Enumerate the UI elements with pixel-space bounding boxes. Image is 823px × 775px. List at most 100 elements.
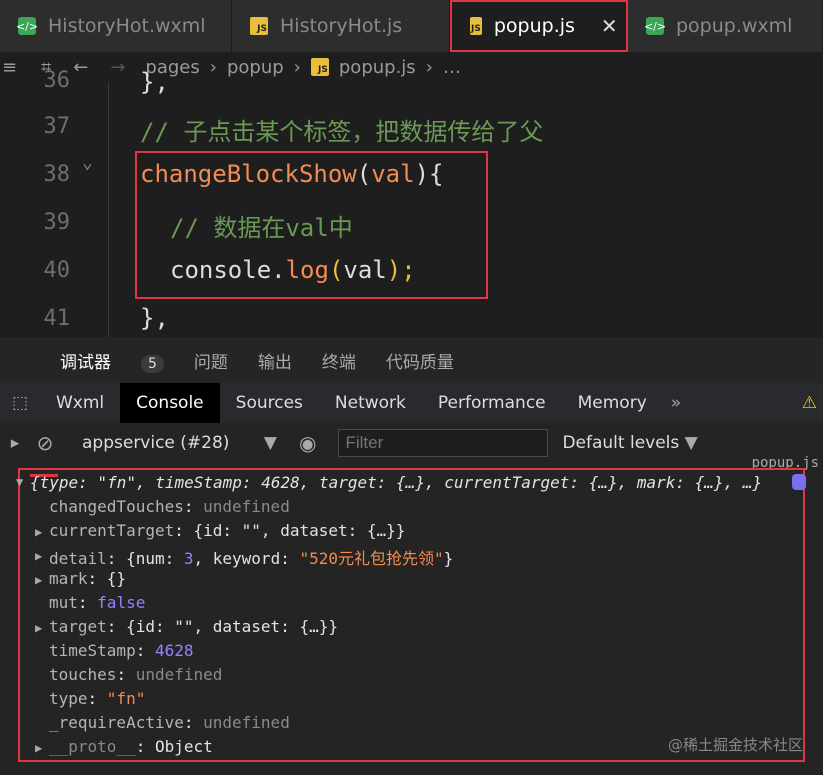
prop-row[interactable]: mark: {} bbox=[49, 569, 126, 588]
inspect-icon[interactable]: ⬚ bbox=[0, 393, 40, 413]
console-toolbar: ▸ ⊘ appservice (#28) ▼ ◉ Default levels ▼ bbox=[0, 423, 823, 464]
prop-row[interactable]: currentTarget: {id: "", dataset: {…}} bbox=[49, 521, 405, 540]
prop-value: {id: "", dataset: {…}} bbox=[193, 521, 406, 540]
expand-arrow-icon[interactable]: ▶ bbox=[35, 621, 42, 635]
eye-icon[interactable]: ◉ bbox=[299, 431, 316, 455]
expand-arrow-icon[interactable]: ▼ bbox=[16, 475, 23, 489]
filter-input[interactable] bbox=[338, 429, 549, 457]
levels-label: Default levels bbox=[562, 433, 680, 453]
console-output: popup.js ▼ {type: "fn", timeStamp: 4628,… bbox=[0, 455, 823, 775]
prop-key: currentTarget bbox=[49, 521, 175, 540]
fold-chevron-icon[interactable]: ⌄ bbox=[82, 152, 93, 173]
prop-key: changedTouches bbox=[49, 497, 184, 516]
tab-memory[interactable]: Memory bbox=[562, 383, 663, 423]
prop-key: timeStamp bbox=[49, 641, 136, 660]
breadcrumb: ≡ ⌗ ← → pages › popup › JS popup.js › … bbox=[0, 52, 823, 83]
devtools-tabs: ⬚ Wxml Console Sources Network Performan… bbox=[0, 383, 823, 423]
line-number: 39 bbox=[43, 210, 71, 235]
prop-key: touches bbox=[49, 665, 117, 684]
prop-value: undefined bbox=[203, 497, 290, 516]
prop-value: Object bbox=[154, 737, 213, 756]
code-line-37: // 子点击某个标签，把数据传给了父 bbox=[140, 118, 544, 146]
levels-dropdown[interactable]: Default levels ▼ bbox=[562, 433, 697, 453]
tab-historyhot-wxml[interactable]: </> HistoryHot.wxml bbox=[0, 0, 232, 52]
prop-key: __proto__ bbox=[49, 737, 136, 756]
tab-output[interactable]: 输出 bbox=[258, 348, 292, 373]
tab-label: HistoryHot.wxml bbox=[48, 15, 206, 37]
tab-debugger[interactable]: 调试器 5 bbox=[30, 348, 164, 373]
dropdown-arrow-icon: ▼ bbox=[684, 433, 698, 453]
prop-row[interactable]: target: {id: "", dataset: {…}} bbox=[49, 617, 338, 636]
prop-value: undefined bbox=[135, 665, 223, 684]
forward-arrow-icon[interactable]: → bbox=[110, 57, 125, 78]
tab-console[interactable]: Console bbox=[120, 383, 220, 423]
line-number: 37 bbox=[43, 114, 71, 139]
warning-icon[interactable]: ⚠ bbox=[802, 393, 817, 413]
prop-value: , keyword: bbox=[193, 549, 300, 568]
prop-value: {num: bbox=[126, 549, 184, 568]
prop-row: mut: false bbox=[49, 593, 146, 612]
prop-value: } bbox=[443, 549, 454, 568]
prop-value: undefined bbox=[203, 713, 290, 732]
tab-sources[interactable]: Sources bbox=[220, 383, 319, 423]
count-badge: 5 bbox=[141, 354, 164, 373]
prop-row[interactable]: detail: {num: 3, keyword: "520元礼包抢先领"} bbox=[49, 545, 453, 569]
line-number: 40 bbox=[43, 258, 71, 283]
line-number: 41 bbox=[43, 306, 71, 331]
breadcrumb-file[interactable]: popup.js bbox=[339, 57, 416, 78]
js-file-icon: JS bbox=[250, 17, 268, 35]
prop-value: 4628 bbox=[154, 641, 194, 660]
panel-tabs: 调试器 5 问题 输出 终端 代码质量 bbox=[0, 337, 823, 383]
prop-row[interactable]: __proto__: Object bbox=[49, 737, 213, 756]
wxml-file-icon: </> bbox=[644, 17, 666, 35]
prop-row: timeStamp: 4628 bbox=[49, 641, 194, 660]
clear-console-icon[interactable]: ⊘ bbox=[30, 431, 60, 455]
code-line-41: }, bbox=[140, 304, 169, 332]
tab-performance[interactable]: Performance bbox=[422, 383, 562, 423]
expand-arrow-icon[interactable]: ▶ bbox=[35, 741, 42, 755]
prop-key: target bbox=[49, 617, 107, 636]
chevron-right-icon: › bbox=[209, 56, 217, 78]
prop-key: mut bbox=[49, 593, 78, 612]
prop-value: {} bbox=[106, 569, 127, 588]
close-icon[interactable]: ✕ bbox=[601, 14, 618, 38]
prop-row: changedTouches: undefined bbox=[49, 497, 290, 516]
breadcrumb-popup[interactable]: popup bbox=[227, 57, 284, 78]
line-number: 36 bbox=[43, 68, 71, 93]
prop-key: type bbox=[49, 689, 88, 708]
back-arrow-icon[interactable]: ← bbox=[73, 57, 88, 78]
prop-key: mark bbox=[49, 569, 88, 588]
tab-wxml[interactable]: Wxml bbox=[40, 383, 120, 423]
prop-string: "520元礼包抢先领" bbox=[299, 549, 444, 568]
prop-row: type: "fn" bbox=[49, 689, 146, 708]
expand-arrow-icon[interactable]: ▶ bbox=[35, 525, 42, 539]
context-selector[interactable]: appservice (#28) ▼ bbox=[82, 433, 277, 453]
tab-popup-js[interactable]: JS popup.js ✕ bbox=[450, 0, 628, 52]
prop-key: detail bbox=[49, 549, 107, 568]
prop-value: "fn" bbox=[106, 689, 146, 708]
tab-popup-wxml[interactable]: </> popup.wxml bbox=[628, 0, 823, 52]
tab-problems[interactable]: 问题 bbox=[194, 348, 228, 373]
prop-num: 3 bbox=[183, 549, 194, 568]
expand-arrow-icon[interactable]: ▶ bbox=[35, 549, 42, 563]
tab-terminal[interactable]: 终端 bbox=[322, 348, 356, 373]
code-line-36: }, bbox=[140, 68, 169, 96]
expand-arrow-icon[interactable]: ▶ bbox=[35, 573, 42, 587]
prop-value: {id: "", dataset: {…}} bbox=[126, 617, 338, 636]
wxml-file-icon: </> bbox=[16, 17, 38, 35]
chevron-right-icon: › bbox=[293, 56, 301, 78]
tab-network[interactable]: Network bbox=[319, 383, 422, 423]
watermark: @稀土掘金技术社区 bbox=[667, 736, 803, 754]
code-editor[interactable]: 36 }, 37 // 子点击某个标签，把数据传给了父 ⌄ 38 changeB… bbox=[0, 68, 823, 337]
sidebar-toggle-icon[interactable]: ▸ bbox=[0, 433, 30, 453]
js-file-icon: JS bbox=[310, 58, 329, 76]
line-number: 38 bbox=[43, 162, 71, 187]
more-tabs-icon[interactable]: » bbox=[671, 393, 681, 413]
breadcrumb-more[interactable]: … bbox=[443, 57, 461, 78]
info-icon[interactable] bbox=[792, 474, 806, 490]
js-file-icon: JS bbox=[470, 17, 482, 35]
object-summary[interactable]: {type: "fn", timeStamp: 4628, target: {…… bbox=[30, 473, 762, 492]
tab-code-quality[interactable]: 代码质量 bbox=[386, 348, 454, 373]
context-label: appservice (#28) bbox=[82, 433, 230, 453]
tab-historyhot-js[interactable]: JS HistoryHot.js bbox=[232, 0, 450, 52]
